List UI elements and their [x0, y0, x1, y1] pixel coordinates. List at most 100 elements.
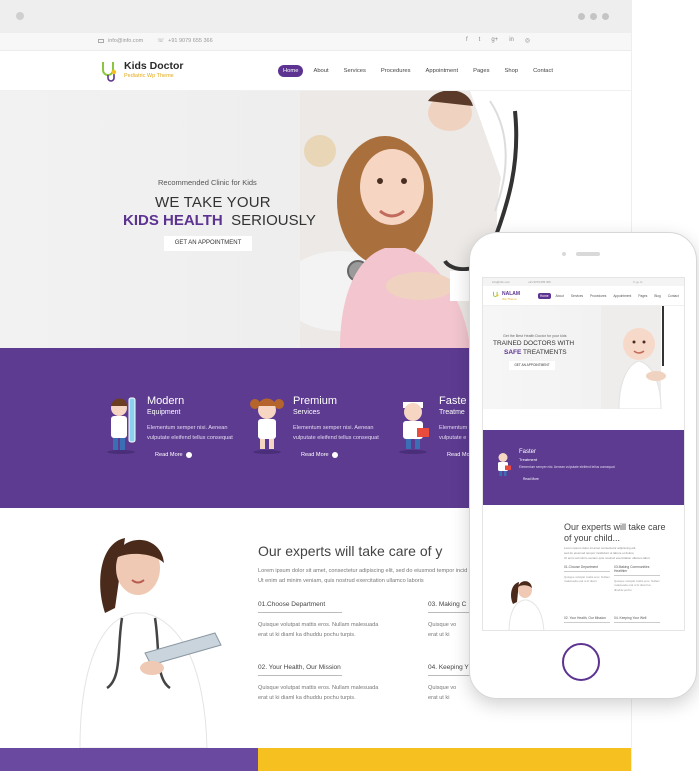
nav-shop[interactable]: Shop — [500, 65, 524, 77]
mobile-nav-pages[interactable]: Pages — [636, 293, 649, 299]
nav-home[interactable]: Home — [278, 65, 304, 77]
main-nav: Home About Services Procedures Appointme… — [278, 65, 558, 77]
top-contact-bar: info@info.com ☏ +91 9079 655 366 f t g+ … — [0, 33, 631, 51]
mobile-nav-about[interactable]: About — [554, 293, 566, 299]
kid-with-syringe-icon — [107, 397, 136, 454]
read-more-link[interactable]: Read More — [155, 452, 192, 458]
stethoscope-logo-icon — [102, 62, 117, 82]
feature-title: Premium — [293, 395, 338, 407]
feature-subtitle: Equipment — [147, 409, 181, 416]
mobile-nav-procedures[interactable]: Procedures — [588, 293, 608, 299]
mobile-feature-title: Faster — [519, 449, 537, 455]
mobile-feature-band: Faster Treatment Elementum semper nisi. … — [483, 430, 684, 505]
arrow-circle-icon — [185, 452, 192, 458]
facebook-icon[interactable]: f — [466, 37, 468, 44]
social-links: f t g+ in ◎ — [466, 37, 530, 44]
yellow-block — [258, 748, 631, 771]
hero-title-line1: WE TAKE YOUR — [155, 194, 271, 211]
showcase: info@info.com ☏ +91 9079 655 366 f t g+ … — [0, 0, 699, 771]
nav-services[interactable]: Services — [339, 65, 371, 77]
nav-appointment[interactable]: Appointment — [421, 65, 464, 77]
doctor-photo — [79, 538, 222, 748]
purple-block — [0, 748, 258, 771]
feature-description: Elementum semper nisi. Aenean vulputate e… — [293, 425, 379, 441]
mobile-experts-intro: Lorem ipsum dolor sit amet consectetur a… — [564, 546, 650, 560]
feature-premium-services: Premium Services Elementum semper nisi. … — [247, 392, 407, 472]
mobile-nav-home[interactable]: Home — [538, 293, 551, 299]
mobile-logo[interactable]: NALAM Wp Theme — [492, 291, 520, 301]
feature-description: Elementum semper nisi. Aenean vulputate e… — [147, 425, 233, 441]
mobile-doctor-photo — [508, 581, 545, 630]
read-more-link[interactable]: Read More — [301, 452, 338, 458]
phone-mockup: info@info.com +91 9079 655 366 f t g+ in… — [469, 232, 697, 699]
window-menu-dots[interactable] — [578, 13, 609, 20]
mobile-hero-title-line2: SAFE TREATMENTS — [504, 349, 567, 356]
twitter-icon[interactable]: t — [479, 37, 481, 44]
feature-subtitle: Treatme — [439, 409, 465, 416]
site-logo[interactable]: Kids Doctor Pediatric Wp Theme — [99, 60, 184, 82]
step-your-health: 02. Your Health, Our Mission Quisque vol… — [258, 664, 418, 704]
email-contact[interactable]: info@info.com — [98, 38, 143, 44]
nav-about[interactable]: About — [308, 65, 333, 77]
mobile-header: NALAM Wp Theme Home About Services Proce… — [483, 286, 684, 306]
mobile-step-your-health: 02. Your Health, Our Mission — [564, 616, 610, 623]
kid-doctor-icon — [250, 398, 284, 454]
stethoscope-logo-icon — [493, 291, 499, 297]
get-appointment-button[interactable]: GET AN APPOINTMENT — [164, 236, 252, 251]
browser-chrome — [0, 0, 631, 33]
logo-name: Kids Doctor — [124, 60, 184, 72]
footer-color-strip — [0, 748, 631, 771]
google-plus-icon[interactable]: g+ — [491, 37, 498, 44]
mobile-step-keeping-well: 04. Keeping Your Well — [614, 616, 660, 623]
mobile-nav-blog[interactable]: Blog — [652, 293, 662, 299]
window-dot — [16, 12, 24, 20]
envelope-icon — [98, 39, 104, 43]
step-heading: 01.Choose Department — [258, 601, 342, 613]
feature-title: Faste — [439, 395, 467, 407]
phone-screen: info@info.com +91 9079 655 366 f t g+ in… — [482, 277, 685, 631]
mobile-hero: Get the Best Health Doctor for your kids… — [483, 306, 684, 409]
phone-home-button[interactable] — [562, 643, 600, 681]
nav-procedures[interactable]: Procedures — [376, 65, 416, 77]
logo-tagline: Pediatric Wp Theme — [124, 73, 174, 79]
hero-title-line2: KIDS HEALTH SERIOUSLY — [123, 212, 316, 229]
mobile-nav: Home About Services Procedures Appointme… — [538, 293, 681, 299]
site-header: Kids Doctor Pediatric Wp Theme Home Abou… — [0, 51, 631, 91]
phone-speaker — [576, 252, 600, 256]
nav-contact[interactable]: Contact — [528, 65, 558, 77]
mobile-nav-contact[interactable]: Contact — [666, 293, 681, 299]
mobile-step-choose-department: 01.Choose Department Quisque volutpat ma… — [564, 565, 610, 584]
step-heading: 02. Your Health, Our Mission — [258, 664, 342, 676]
mobile-nav-services[interactable]: Services — [569, 293, 585, 299]
dribbble-icon[interactable]: ◎ — [525, 37, 530, 44]
step-choose-department: 01.Choose Department Quisque volutpat ma… — [258, 601, 418, 641]
step-text: Quisque volutpat mattis eros. Nullam mal… — [258, 622, 379, 638]
mobile-feature-subtitle: Treatment — [519, 457, 538, 462]
phone-contact[interactable]: ☏ +91 9079 655 366 — [157, 38, 212, 44]
mobile-hero-baby-photo — [601, 306, 684, 409]
hero-kicker: Recommended Clinic for Kids — [158, 178, 257, 187]
feature-title: Modern — [147, 395, 185, 407]
mobile-topbar: info@info.com +91 9079 655 366 f t g+ in — [483, 278, 684, 286]
mobile-step-making-communities: 03.Making Communities Healthier Quisque … — [614, 565, 660, 592]
linkedin-icon[interactable]: in — [509, 37, 514, 44]
kid-with-first-aid-icon — [498, 453, 511, 476]
mobile-social-icons[interactable]: f t g+ in — [633, 280, 642, 284]
mobile-feature-description: Elementum semper nisi. Aenean vulputate … — [519, 465, 615, 469]
mobile-hero-title-line1: TRAINED DOCTORS WITH — [493, 340, 575, 347]
step-text: Quisque volutpat mattis eros. Nullam mal… — [258, 685, 379, 701]
phone-icon: ☏ — [157, 38, 165, 44]
feature-modern-equipment: Modern Equipment Elementum semper nisi. … — [101, 392, 261, 472]
mobile-experts-title: Our experts will take care of your child… — [564, 522, 666, 544]
experts-title: Our experts will take care of y — [258, 543, 443, 559]
phone-camera — [562, 252, 566, 256]
mobile-hero-kicker: Get the Best Health Doctor for your kids — [503, 334, 567, 338]
feature-subtitle: Services — [293, 409, 320, 416]
mobile-read-more-link[interactable]: Read More — [523, 477, 539, 481]
mobile-nav-appointment[interactable]: Appointment — [611, 293, 633, 299]
mobile-appointment-button[interactable]: GET AN APPOINTMENT — [509, 361, 555, 370]
arrow-circle-icon — [331, 452, 338, 458]
kid-with-first-aid-icon — [399, 402, 429, 454]
nav-pages[interactable]: Pages — [468, 65, 494, 77]
hero-title-highlight: KIDS HEALTH — [123, 212, 223, 229]
